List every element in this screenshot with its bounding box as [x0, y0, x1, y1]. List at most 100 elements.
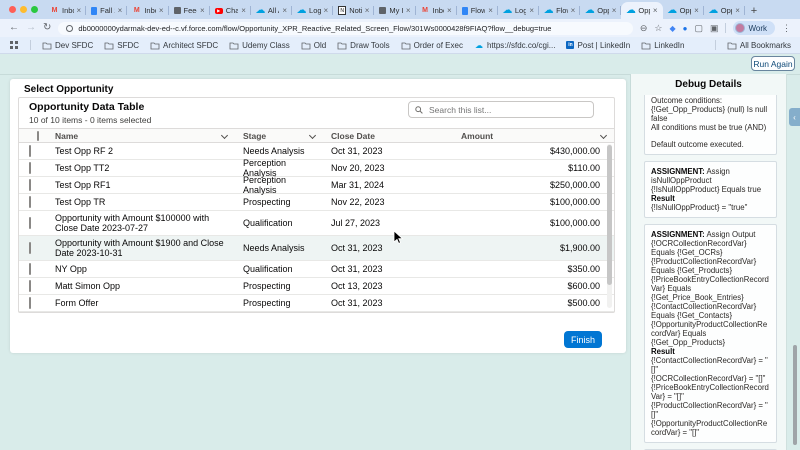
tab-label: Inbox — [432, 6, 445, 15]
profile-chip[interactable]: Work — [733, 21, 775, 35]
browser-tab[interactable]: ▶Chan× — [210, 2, 252, 19]
browser-tab[interactable]: M Inbox× — [127, 2, 169, 19]
browser-tab[interactable]: Flow × — [457, 2, 499, 19]
table-row[interactable]: Opportunity with Amount $1900 and Close … — [19, 236, 614, 261]
column-header-stage[interactable]: Stage — [235, 131, 323, 141]
row-checkbox[interactable] — [29, 217, 31, 229]
run-again-button[interactable]: Run Again — [751, 56, 795, 71]
column-header-close-date[interactable]: Close Date — [323, 131, 453, 141]
table-scrollbar-thumb[interactable] — [607, 145, 612, 285]
tab-close-icon[interactable]: × — [735, 6, 740, 15]
cell-close-date: Nov 20, 2023 — [331, 162, 385, 173]
zoom-window-icon[interactable] — [31, 6, 38, 13]
extension-diamond-icon[interactable]: ◆ — [669, 24, 675, 33]
row-checkbox[interactable] — [29, 196, 31, 208]
browser-tab[interactable]: Fall 2× — [86, 2, 128, 19]
minimize-window-icon[interactable] — [20, 6, 27, 13]
browser-tab[interactable]: ☁Opp× — [704, 2, 745, 19]
search-input[interactable] — [427, 103, 587, 116]
site-info-icon[interactable] — [66, 24, 74, 32]
table-row[interactable]: Test Opp RF1 Perception Analysis Mar 31, 2… — [19, 175, 614, 195]
tab-close-icon[interactable]: × — [365, 6, 370, 15]
bookmark-star-icon[interactable]: ☆ — [654, 23, 662, 34]
tab-close-icon[interactable]: × — [118, 6, 123, 15]
tab-close-icon[interactable]: × — [406, 6, 411, 15]
reload-icon[interactable]: ↻ — [43, 19, 51, 37]
all-bookmarks-button[interactable]: All Bookmarks — [727, 41, 791, 50]
tab-close-icon[interactable]: × — [488, 6, 493, 15]
new-tab-button[interactable]: + — [745, 2, 763, 19]
extension-circle-icon[interactable]: ● — [683, 24, 688, 33]
tab-close-icon[interactable]: × — [571, 6, 576, 15]
tab-close-icon[interactable]: × — [653, 6, 658, 15]
browser-tab[interactable]: Feed× — [169, 2, 210, 19]
browser-tab[interactable]: ☁Login× — [292, 2, 334, 19]
browser-tab[interactable]: M Inbox× — [416, 2, 457, 19]
browser-tab[interactable]: My I × — [374, 2, 416, 19]
column-header-amount[interactable]: Amount — [453, 131, 614, 141]
bookmark-item[interactable]: Old — [301, 41, 326, 50]
bookmark-item[interactable]: in Post | LinkedIn — [566, 41, 630, 50]
address-bar[interactable]: db0000000ydarmak-dev-ed--c.vf.force.com/… — [58, 21, 633, 35]
bookmark-label: SFDC — [117, 40, 140, 50]
close-window-icon[interactable] — [9, 6, 16, 13]
row-checkbox[interactable] — [29, 297, 31, 309]
tab-close-icon[interactable]: × — [282, 6, 287, 15]
tab-close-icon[interactable]: × — [612, 6, 617, 15]
table-row[interactable]: Form Offer Prospecting Oct 31, 2023 $500.00 — [19, 295, 614, 312]
browser-tab[interactable]: ☁Opp× — [663, 2, 704, 19]
cast-icon[interactable]: ▣ — [710, 23, 719, 34]
bookmark-item[interactable]: Architect SFDC — [150, 41, 218, 50]
select-all-checkbox[interactable] — [37, 130, 39, 141]
row-checkbox[interactable] — [29, 145, 31, 157]
bookmark-item[interactable]: Order of Exec — [401, 41, 463, 50]
debug-card: ASSIGNMENT: Assign Output {!OCRCollectio… — [644, 224, 777, 443]
tab-label: Login — [514, 6, 527, 15]
table-row[interactable]: Test Opp TR Prospecting Nov 22, 2023 $100,0… — [19, 194, 614, 211]
browser-tab[interactable]: M Inbox× — [45, 2, 87, 19]
table-scrollbar[interactable] — [607, 144, 612, 308]
zoom-page-icon[interactable]: ⊖ — [640, 23, 648, 34]
tab-label: Feed — [183, 6, 198, 15]
bookmark-item[interactable]: SFDC — [104, 41, 139, 50]
back-icon[interactable]: ← — [9, 19, 19, 37]
browser-tab[interactable]: NNotifi× — [333, 2, 375, 19]
bookmark-item[interactable]: ☁ https://sfdc.co/cgi... — [474, 41, 555, 50]
bookmark-item[interactable]: LinkedIn — [641, 41, 684, 50]
browser-tab[interactable]: ☁All A× — [251, 2, 293, 19]
row-checkbox[interactable] — [29, 263, 31, 275]
forward-icon[interactable]: → — [26, 19, 36, 37]
bookmark-item[interactable]: Dev SFDC — [42, 41, 93, 50]
row-checkbox[interactable] — [29, 162, 31, 174]
tab-close-icon[interactable]: × — [694, 6, 699, 15]
browser-tab[interactable]: ☁Opp× — [621, 2, 663, 19]
tab-close-icon[interactable]: × — [241, 6, 246, 15]
tab-close-icon[interactable]: × — [200, 6, 205, 15]
browser-tab[interactable]: ☁Opp× — [580, 2, 622, 19]
browser-tab[interactable]: ☁Flow× — [539, 2, 581, 19]
table-row[interactable]: Matt Simon Opp Prospecting Oct 13, 2023 $60… — [19, 278, 614, 295]
extensions-icon[interactable]: ▢ — [694, 23, 703, 34]
cell-name: Opportunity with Amount $100000 with Clo… — [55, 212, 210, 234]
page-scrollbar-thumb[interactable] — [793, 345, 797, 445]
row-checkbox[interactable] — [29, 179, 31, 191]
tab-close-icon[interactable]: × — [159, 6, 164, 15]
tab-close-icon[interactable]: × — [447, 6, 452, 15]
row-checkbox[interactable] — [29, 280, 31, 292]
tab-close-icon[interactable]: × — [324, 6, 329, 15]
finish-button[interactable]: Finish — [564, 331, 602, 348]
tab-close-icon[interactable]: × — [77, 6, 82, 15]
column-header-name[interactable]: Name — [47, 131, 235, 141]
apps-grid-icon[interactable] — [9, 41, 19, 50]
kebab-menu-icon[interactable]: ⋮ — [782, 23, 791, 34]
table-row[interactable]: Opportunity with Amount $100000 with Clo… — [19, 211, 614, 236]
youtube-favicon-icon: ▶ — [214, 7, 223, 14]
browser-tab[interactable]: ☁Login× — [498, 2, 540, 19]
bookmark-item[interactable]: Draw Tools — [337, 41, 390, 50]
collapse-panel-button[interactable]: ‹ — [789, 108, 800, 126]
tab-close-icon[interactable]: × — [529, 6, 534, 15]
row-checkbox[interactable] — [29, 242, 31, 254]
bookmark-item[interactable]: Udemy Class — [229, 41, 290, 50]
search-box[interactable] — [408, 101, 594, 118]
table-row[interactable]: NY Opp Qualification Oct 31, 2023 $350.00 — [19, 261, 614, 278]
